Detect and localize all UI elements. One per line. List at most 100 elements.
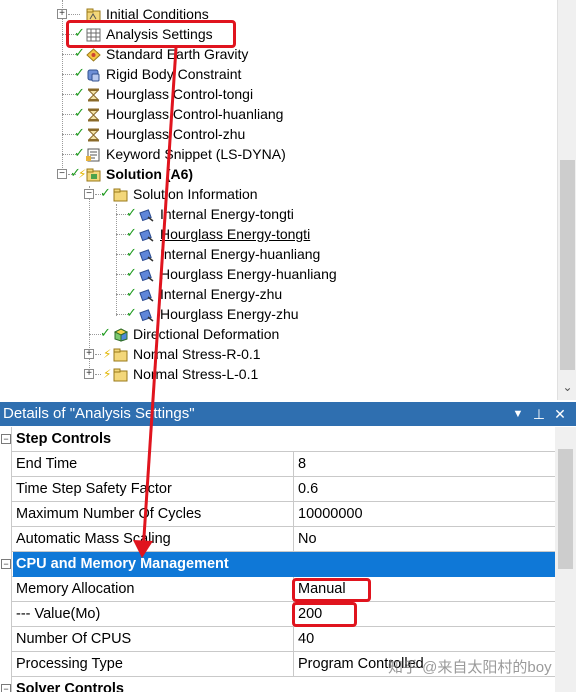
- check-icon: ✓: [126, 245, 137, 260]
- check-icon: ✓: [74, 105, 85, 120]
- property-name: Number Of CPUS: [13, 627, 294, 652]
- section-solver-controls[interactable]: − Solver Controls: [0, 677, 555, 692]
- tree-item-internal-energy-huanliang[interactable]: ✓ Internal Energy-huanliang: [0, 244, 540, 264]
- tree-item-normal-stress-l[interactable]: + ⚡ Normal Stress-L-0.1: [0, 364, 540, 384]
- expand-icon[interactable]: +: [57, 9, 67, 19]
- tree-item-solution-information[interactable]: − ✓ Solution Information: [0, 184, 540, 204]
- collapse-icon[interactable]: −: [1, 559, 11, 569]
- tree-item-rigid-body-constraint[interactable]: ✓ Rigid Body Constraint: [0, 64, 540, 84]
- tree-item-hourglass-control-huanliang[interactable]: ✓ Hourglass Control-huanliang: [0, 104, 540, 124]
- property-value[interactable]: No: [295, 527, 555, 552]
- section-label: Step Controls: [16, 431, 112, 447]
- lightning-icon: ⚡: [103, 347, 112, 361]
- tree-item-hourglass-control-tongi[interactable]: ✓ Hourglass Control-tongi: [0, 84, 540, 104]
- tree-item-label: Internal Energy-zhu: [160, 286, 283, 302]
- folder-icon: [113, 187, 128, 202]
- deformation-icon: [113, 327, 129, 342]
- section-cpu-memory[interactable]: − CPU and Memory Management: [0, 552, 555, 577]
- tree-item-normal-stress-r[interactable]: + ⚡ Normal Stress-R-0.1: [0, 344, 540, 364]
- scrollbar-thumb[interactable]: [560, 160, 575, 370]
- lightning-icon: ⚡: [103, 367, 112, 381]
- tree-item-hourglass-energy-huanliang[interactable]: ✓ Hourglass Energy-huanliang: [0, 264, 540, 284]
- check-icon: ✓: [74, 125, 85, 140]
- tree-item-solution[interactable]: − ✓ ⚡ Solution (A6): [0, 164, 540, 184]
- property-row-memory-allocation[interactable]: Memory Allocation Manual: [0, 577, 555, 602]
- tree-item-label: Internal Energy-tongti: [160, 206, 294, 222]
- tree-item-internal-energy-tongti[interactable]: ✓ Internal Energy-tongti: [0, 204, 540, 224]
- tree-item-keyword-snippet[interactable]: ✓ Keyword Snippet (LS-DYNA): [0, 144, 540, 164]
- property-row-end-time[interactable]: End Time 8: [0, 452, 555, 477]
- property-value[interactable]: 40: [295, 627, 555, 652]
- tree-item-hourglass-control-zhu[interactable]: ✓ Hourglass Control-zhu: [0, 124, 540, 144]
- check-icon: ✓: [126, 285, 137, 300]
- tree-item-label: Hourglass Control-zhu: [106, 126, 246, 142]
- rigid-body-constraint-icon: [86, 67, 101, 82]
- dropdown-icon[interactable]: ▼: [509, 402, 527, 426]
- tree-item-label: Keyword Snippet (LS-DYNA): [106, 146, 286, 162]
- tree-item-internal-energy-zhu[interactable]: ✓ Internal Energy-zhu: [0, 284, 540, 304]
- section-gutter: −: [0, 427, 12, 452]
- tree-item-label: Hourglass Energy-huanliang: [160, 266, 337, 282]
- tree-item-directional-deformation[interactable]: ✓ Directional Deformation: [0, 324, 540, 344]
- tree-item-label: Normal Stress-R-0.1: [133, 346, 261, 362]
- expand-icon[interactable]: +: [84, 349, 94, 359]
- collapse-icon[interactable]: −: [1, 434, 11, 444]
- row-gutter: [0, 452, 12, 477]
- tree-item-label: Rigid Body Constraint: [106, 66, 242, 82]
- details-property-grid: − Step Controls End Time 8 Time Step Saf…: [0, 427, 576, 692]
- row-gutter: [0, 577, 12, 602]
- details-scrollbar[interactable]: [555, 427, 576, 692]
- check-icon: ✓: [74, 145, 85, 160]
- tree-scrollbar[interactable]: ⌄: [557, 0, 576, 400]
- close-icon[interactable]: ✕: [551, 402, 569, 426]
- keyword-snippet-icon: [86, 147, 101, 162]
- section-gutter: −: [0, 552, 12, 577]
- scroll-down-icon[interactable]: ⌄: [558, 380, 576, 394]
- tree-connector: [95, 374, 101, 375]
- tree-item-label: Hourglass Control-tongi: [106, 86, 254, 102]
- section-label: Solver Controls: [16, 681, 124, 692]
- folder-icon: [113, 347, 128, 362]
- property-name: Processing Type: [13, 652, 294, 677]
- property-value[interactable]: 0.6: [295, 477, 555, 502]
- property-row-number-of-cpus[interactable]: Number Of CPUS 40: [0, 627, 555, 652]
- hourglass-icon: [86, 87, 101, 102]
- tree-item-hourglass-energy-zhu[interactable]: ✓ Hourglass Energy-zhu: [0, 304, 540, 324]
- collapse-icon[interactable]: −: [84, 189, 94, 199]
- check-icon: ✓: [74, 45, 85, 60]
- property-name: --- Value(Mo): [13, 602, 294, 627]
- tree-item-label: Hourglass Energy-zhu: [160, 306, 299, 322]
- pin-icon[interactable]: ⊥: [530, 402, 548, 426]
- row-gutter: [0, 502, 12, 527]
- check-icon: ✓: [74, 85, 85, 100]
- collapse-icon[interactable]: −: [57, 169, 67, 179]
- property-row-max-cycles[interactable]: Maximum Number Of Cycles 10000000: [0, 502, 555, 527]
- property-value[interactable]: 8: [295, 452, 555, 477]
- property-name: Time Step Safety Factor: [13, 477, 294, 502]
- property-row-memory-value[interactable]: --- Value(Mo) 200: [0, 602, 555, 627]
- tree-item-hourglass-energy-tongti[interactable]: ✓ Hourglass Energy-tongti: [0, 224, 540, 244]
- property-value[interactable]: 10000000: [295, 502, 555, 527]
- check-icon: ✓: [74, 65, 85, 80]
- expand-icon[interactable]: +: [84, 369, 94, 379]
- check-icon: ✓: [126, 265, 137, 280]
- tree-item-label: Internal Energy-huanliang: [160, 246, 321, 262]
- section-step-controls[interactable]: − Step Controls: [0, 427, 555, 452]
- property-name: End Time: [13, 452, 294, 477]
- property-row-time-step-safety-factor[interactable]: Time Step Safety Factor 0.6: [0, 477, 555, 502]
- property-row-automatic-mass-scaling[interactable]: Automatic Mass Scaling No: [0, 527, 555, 552]
- outline-tree: + Initial Conditions ✓ Analysis Settings…: [0, 0, 576, 400]
- initial-conditions-icon: [86, 7, 101, 22]
- tree-item-label: Normal Stress-L-0.1: [133, 366, 259, 382]
- row-gutter: [0, 652, 12, 677]
- highlight-box-analysis-settings: [66, 20, 236, 48]
- section-label: CPU and Memory Management: [13, 552, 555, 577]
- tree-connector: [68, 14, 80, 15]
- property-name: Maximum Number Of Cycles: [13, 502, 294, 527]
- tree-item-label: Solution (A6): [106, 166, 194, 182]
- folder-icon: [113, 367, 128, 382]
- highlight-box-memory-value: [292, 602, 357, 627]
- collapse-icon[interactable]: −: [1, 684, 11, 692]
- scrollbar-thumb[interactable]: [558, 449, 573, 569]
- property-name: Memory Allocation: [13, 577, 294, 602]
